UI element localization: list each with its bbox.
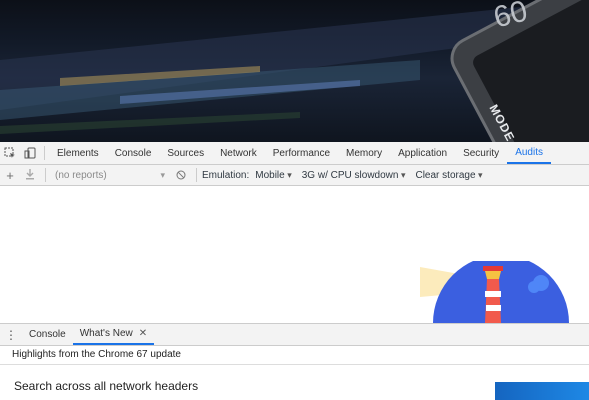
toolbar-divider — [44, 146, 45, 160]
news-item-title: Search across all network headers — [14, 379, 199, 393]
reports-placeholder: (no reports) — [55, 169, 107, 181]
news-thumbnail — [495, 382, 589, 400]
block-icon[interactable] — [171, 168, 191, 183]
tab-audits[interactable]: Audits — [507, 142, 551, 164]
tab-security[interactable]: Security — [455, 142, 507, 164]
tab-console[interactable]: Console — [107, 142, 160, 164]
plus-icon[interactable]: + — [0, 168, 20, 183]
hero-banner: 60 MODE — [0, 0, 589, 142]
devtools-tabbar: Elements Console Sources Network Perform… — [0, 142, 589, 165]
device-toggle-icon[interactable] — [20, 142, 40, 164]
drawer-tab-console[interactable]: Console — [22, 324, 73, 345]
chevron-down-icon: ▾ — [160, 169, 165, 180]
reports-select[interactable]: (no reports) ▾ — [51, 170, 165, 181]
emulation-label: Emulation: — [202, 169, 250, 181]
tab-application[interactable]: Application — [390, 142, 455, 164]
highlights-header: Highlights from the Chrome 67 update — [0, 345, 589, 365]
tab-performance[interactable]: Performance — [265, 142, 338, 164]
throttling-select[interactable]: 3G w/ CPU slowdown — [302, 170, 406, 181]
storage-select[interactable]: Clear storage — [415, 170, 482, 181]
lighthouse-illustration — [420, 261, 569, 323]
tab-elements[interactable]: Elements — [49, 142, 107, 164]
cursor-select-icon[interactable] — [0, 142, 20, 164]
drawer-tabbar: ⋮ Console What's New ✕ — [0, 323, 589, 346]
drawer-tab-label: What's New — [79, 328, 133, 339]
tab-network[interactable]: Network — [212, 142, 265, 164]
tab-sources[interactable]: Sources — [159, 142, 212, 164]
toolbar-divider — [196, 168, 197, 182]
audits-panel — [0, 186, 589, 323]
close-icon[interactable]: ✕ — [139, 328, 147, 339]
kebab-menu-icon[interactable]: ⋮ — [0, 324, 22, 345]
audits-toolbar: + (no reports) ▾ Emulation: Mobile 3G w/… — [0, 165, 589, 186]
emulation-select[interactable]: Mobile — [255, 170, 292, 181]
download-icon[interactable] — [20, 168, 40, 183]
tab-memory[interactable]: Memory — [338, 142, 390, 164]
toolbar-divider — [45, 168, 46, 182]
drawer-tab-whats-new[interactable]: What's New ✕ — [72, 324, 155, 345]
